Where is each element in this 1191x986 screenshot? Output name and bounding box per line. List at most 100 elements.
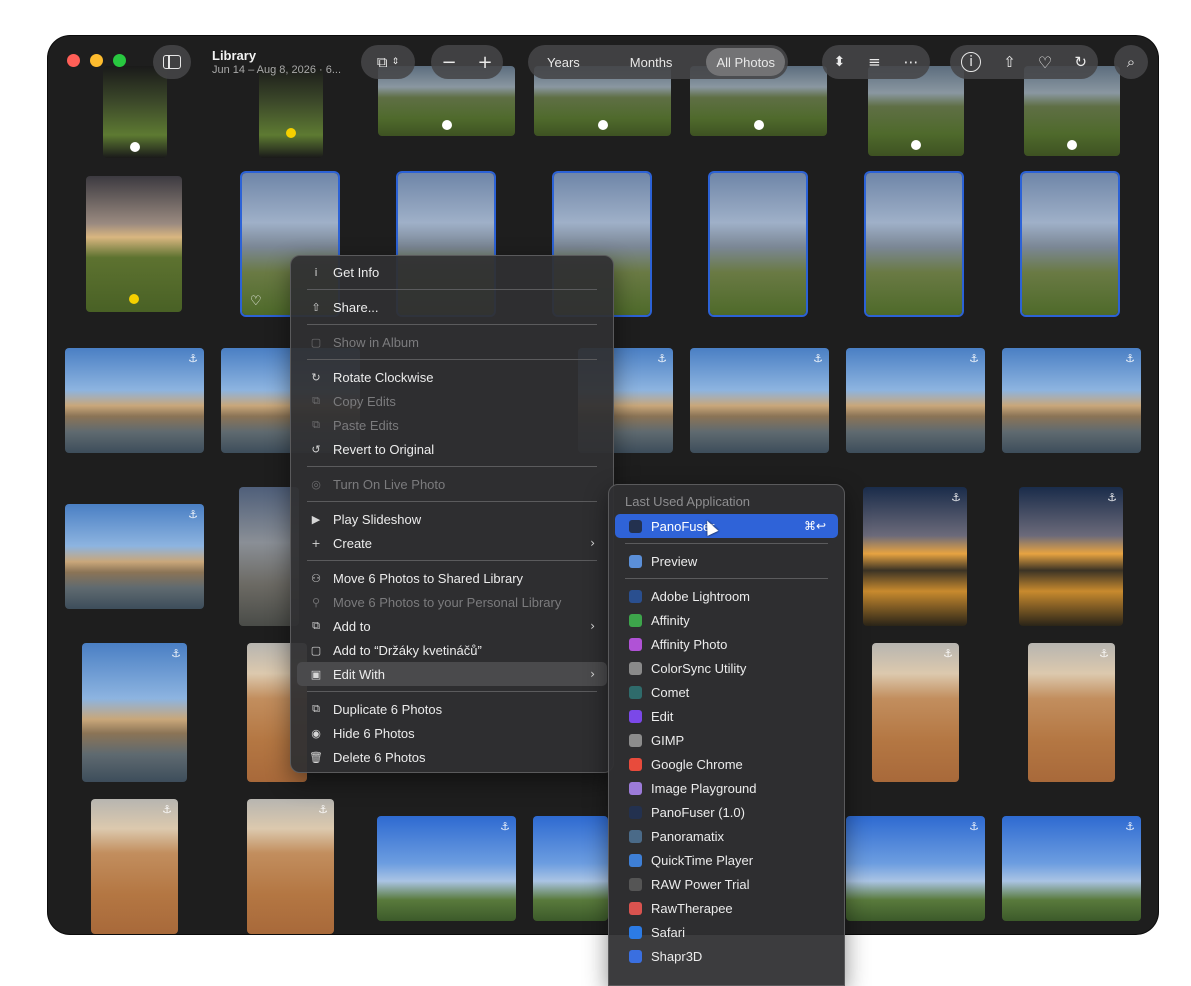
menu-item-app[interactable]: Edit (615, 704, 838, 728)
menu-item-get-info[interactable]: i Get Info (297, 260, 607, 284)
menu-item-share[interactable]: ⇧ Share... (297, 295, 607, 319)
sidebar-toggle-button[interactable] (153, 45, 191, 79)
fit-aspect-icon[interactable]: ⬍ (833, 54, 845, 70)
paste-icon: ⧉ (312, 418, 320, 431)
heart-icon[interactable]: ♡ (1038, 53, 1052, 72)
photo-thumbnail[interactable]: ⚓ (846, 816, 985, 921)
share-icon[interactable]: ⇧ (1003, 53, 1016, 71)
photo-thumbnail[interactable] (1024, 66, 1120, 156)
photo-thumbnail[interactable]: ⚓ (1002, 816, 1141, 921)
zoom-in-button[interactable]: + (467, 45, 503, 79)
menu-label: GIMP (651, 732, 685, 748)
photo-thumbnail[interactable]: ⚓ (1019, 487, 1123, 626)
menu-item-last-used-app[interactable]: PanoFuser ⌘↩ (615, 514, 838, 538)
photo-thumbnail[interactable] (259, 66, 323, 158)
photo-thumbnail-selected[interactable] (866, 173, 962, 315)
menu-item-move-personal[interactable]: ⚲ Move 6 Photos to your Personal Library (297, 590, 607, 614)
zoom-out-button[interactable]: − (431, 45, 467, 79)
photo-thumbnail-selected[interactable] (1022, 173, 1118, 315)
app-icon (629, 829, 642, 843)
view-options-group: ⬍ ≡ ⋯ (822, 45, 930, 79)
photo-thumbnail[interactable]: ⚓ (1002, 348, 1141, 453)
menu-item-hide[interactable]: ◉ Hide 6 Photos (297, 721, 607, 745)
revert-icon: ↺ (311, 442, 321, 456)
rotate-icon[interactable]: ↻ (1074, 53, 1087, 71)
photo-thumbnail[interactable]: ⚓ (846, 348, 985, 453)
search-button[interactable]: ⌕ (1114, 45, 1148, 79)
menu-label: Affinity (651, 612, 690, 628)
menu-item-show-in-album[interactable]: ▢ Show in Album (297, 330, 607, 354)
menu-item-app[interactable]: PanoFuser (1.0) (615, 800, 838, 824)
panorama-icon: ⚓ (500, 820, 510, 833)
panorama-icon: ⚓ (1125, 820, 1135, 833)
menu-item-app[interactable]: Shapr3D (615, 944, 838, 968)
menu-item-app[interactable]: RawTherapee (615, 896, 838, 920)
menu-item-add-to[interactable]: ⧉ Add to › (297, 614, 607, 638)
panorama-icon: ⚓ (813, 352, 823, 365)
photo-thumbnail[interactable] (533, 816, 608, 921)
menu-item-app[interactable]: GIMP (615, 728, 838, 752)
menu-item-app[interactable]: RAW Power Trial (615, 872, 838, 896)
menu-item-create[interactable]: + Create › (297, 531, 607, 555)
menu-label: Adobe Lightroom (651, 588, 751, 604)
info-icon: i (314, 265, 318, 279)
menu-item-app[interactable]: Image Playground (615, 776, 838, 800)
menu-label: Edit (651, 708, 674, 724)
photo-thumbnail[interactable]: ⚓ (863, 487, 967, 626)
photo-thumbnail[interactable]: ⚓ (690, 348, 829, 453)
submenu-header: Last Used Application (625, 494, 751, 509)
menu-item-revert[interactable]: ↺ Revert to Original (297, 437, 607, 461)
menu-item-move-shared[interactable]: ⚇ Move 6 Photos to Shared Library (297, 566, 607, 590)
menu-item-paste-edits[interactable]: ⧉ Paste Edits (297, 413, 607, 437)
menu-item-duplicate[interactable]: ⧉ Duplicate 6 Photos (297, 697, 607, 721)
menu-item-rotate[interactable]: ↻ Rotate Clockwise (297, 365, 607, 389)
menu-item-app[interactable]: Panoramatix (615, 824, 838, 848)
menu-item-app[interactable]: ColorSync Utility (615, 656, 838, 680)
zoom-button[interactable] (113, 54, 126, 67)
photo-thumbnail[interactable]: ⚓ (65, 504, 204, 609)
photo-thumbnail[interactable]: ⚓ (247, 799, 334, 934)
menu-item-preview[interactable]: Preview (615, 549, 838, 573)
minimize-button[interactable] (90, 54, 103, 67)
menu-item-app[interactable]: Affinity Photo (615, 632, 838, 656)
photo-thumbnail[interactable]: ⚓ (872, 643, 959, 782)
menu-item-edit-with[interactable]: ▣ Edit With › (297, 662, 607, 686)
menu-label: Add to “Držáky kvetináčů” (333, 642, 482, 658)
photo-thumbnail[interactable]: ⚓ (377, 816, 516, 921)
photo-thumbnail[interactable] (103, 66, 167, 158)
more-icon[interactable]: ⋯ (904, 53, 919, 71)
eye-icon: ◉ (311, 726, 321, 740)
tab-years[interactable]: Years (531, 48, 596, 76)
menu-item-delete[interactable]: 🗑 Delete 6 Photos (297, 745, 607, 769)
photo-thumbnail[interactable]: ⚓ (65, 348, 204, 453)
photo-thumbnail[interactable] (86, 176, 182, 312)
media-filter-button[interactable]: ⧉ ⇕ (361, 45, 415, 79)
menu-item-app[interactable]: QuickTime Player (615, 848, 838, 872)
photo-thumbnail[interactable]: ⚓ (82, 643, 187, 782)
menu-item-add-to-album[interactable]: ▢ Add to “Držáky kvetináčů” (297, 638, 607, 662)
tab-months[interactable]: Months (618, 48, 685, 76)
menu-item-app[interactable]: Google Chrome (615, 752, 838, 776)
filter-icon[interactable]: ≡ (868, 53, 881, 71)
menu-item-copy-edits[interactable]: ⧉ Copy Edits (297, 389, 607, 413)
photos-icon: ⧉ (376, 53, 388, 71)
info-icon[interactable]: i (961, 52, 982, 72)
menu-item-app[interactable]: Affinity (615, 608, 838, 632)
photo-thumbnail[interactable]: ⚓ (91, 799, 178, 934)
menu-item-slideshow[interactable]: ▶ Play Slideshow (297, 507, 607, 531)
menu-label: Comet (651, 684, 690, 700)
tab-all-photos[interactable]: All Photos (706, 48, 785, 76)
close-button[interactable] (67, 54, 80, 67)
photo-thumbnail[interactable] (868, 66, 964, 156)
menu-label: Image Playground (651, 780, 757, 796)
menu-item-live-photo[interactable]: ◎ Turn On Live Photo (297, 472, 607, 496)
menu-item-app[interactable]: Adobe Lightroom (615, 584, 838, 608)
menu-item-app[interactable]: Comet (615, 680, 838, 704)
menu-item-app[interactable]: Safari (615, 920, 838, 944)
photo-thumbnail[interactable]: ⚓ (1028, 643, 1115, 782)
chevron-right-icon: › (590, 619, 595, 633)
page-title: Library (212, 48, 257, 63)
photo-thumbnail-selected[interactable] (710, 173, 806, 315)
search-icon: ⌕ (1126, 53, 1136, 71)
menu-label: Create (333, 535, 373, 551)
